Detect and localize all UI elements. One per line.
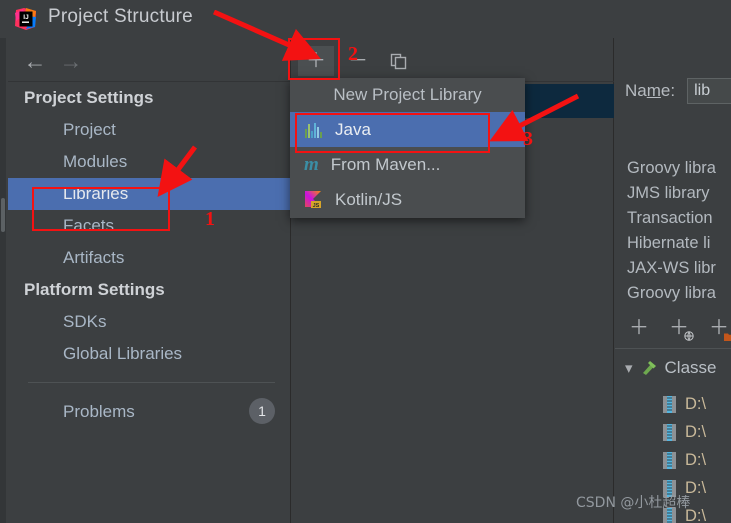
menu-title: New Project Library — [333, 85, 482, 104]
add-folder-root-button[interactable] — [707, 316, 731, 341]
project-structure-dialog: IJ Project Structure ← → Project Setting… — [0, 0, 731, 523]
library-bars-icon — [304, 121, 323, 138]
menu-item-label: Kotlin/JS — [335, 189, 403, 209]
sidebar-item-facets[interactable]: Facets — [8, 210, 291, 242]
list-item[interactable]: Hibernate li — [627, 231, 716, 256]
svg-text:IJ: IJ — [23, 14, 29, 21]
jar-icon — [663, 451, 676, 469]
jar-entry[interactable]: D:\ — [663, 446, 706, 474]
jar-entry[interactable]: D:\ — [663, 418, 706, 446]
sidebar-item-project[interactable]: Project — [8, 114, 291, 146]
name-input[interactable]: lib — [687, 78, 731, 104]
left-scrollbar-thumb[interactable] — [1, 198, 5, 232]
intellij-idea-icon: IJ — [15, 8, 36, 30]
jar-path-label: D:\ — [685, 450, 707, 469]
menu-item-label: Java — [335, 119, 371, 139]
list-item[interactable]: Transaction — [627, 206, 716, 231]
sidebar-item-sdks[interactable]: SDKs — [8, 306, 291, 338]
classes-label: Classe — [664, 358, 717, 377]
arrow-left-icon[interactable]: ← — [22, 49, 48, 73]
remove-library-button[interactable] — [340, 46, 376, 76]
jar-entry[interactable]: D:\ — [663, 390, 706, 418]
annotation-number-3: 3 — [523, 128, 533, 150]
left-scrollbar[interactable] — [0, 38, 6, 523]
annotation-number-2: 2 — [348, 43, 358, 65]
copy-library-button[interactable] — [380, 46, 416, 76]
sidebar-group-platform-settings: Platform Settings — [24, 280, 165, 299]
sidebar-divider — [28, 382, 275, 383]
globe-icon — [684, 331, 694, 341]
details-divider — [615, 348, 731, 349]
menu-item-label: From Maven... — [330, 154, 441, 174]
sidebar-item-problems[interactable]: Problems 1 — [8, 395, 291, 429]
watermark: CSDN @小杜超棒 — [576, 495, 691, 511]
new-project-library-menu: New Project Library Java m From Maven... — [290, 78, 525, 218]
list-item[interactable]: JAX-WS libr — [627, 256, 716, 281]
jar-icon — [663, 423, 676, 441]
name-label: Name: — [625, 81, 676, 100]
plus-icon — [629, 318, 649, 339]
sidebar-item-modules[interactable]: Modules — [8, 146, 291, 178]
title-bar: IJ Project Structure — [0, 0, 731, 38]
menu-item-java[interactable]: Java — [290, 112, 525, 147]
menu-item-kotlin-js[interactable]: JS Kotlin/JS — [290, 182, 525, 217]
sidebar-item-global-libraries[interactable]: Global Libraries — [8, 338, 291, 370]
classes-hammer-icon — [642, 361, 656, 375]
sidebar-item-artifacts[interactable]: Artifacts — [8, 242, 291, 274]
libraries-toolbar — [292, 40, 614, 82]
add-maven-root-button[interactable] — [667, 316, 694, 341]
jar-path-label: D:\ — [685, 422, 707, 441]
folder-icon — [724, 333, 731, 341]
kotlin-js-icon: JS — [304, 190, 323, 209]
arrow-right-icon[interactable]: → — [58, 49, 84, 73]
window-title: Project Structure — [48, 6, 193, 27]
list-item[interactable]: Groovy libra — [627, 156, 716, 181]
plus-icon — [306, 51, 326, 72]
maven-icon: m — [304, 153, 319, 175]
svg-text:JS: JS — [313, 203, 320, 209]
copy-icon — [390, 53, 406, 69]
library-type-suggestion-list: Groovy libra JMS library Transaction Hib… — [627, 156, 716, 306]
library-roots-toolbar — [627, 316, 731, 341]
list-item[interactable]: JMS library — [627, 181, 716, 206]
sidebar-item-libraries[interactable]: Libraries — [8, 178, 291, 210]
chevron-down-icon[interactable]: ▾ — [625, 359, 633, 377]
navigation-bar: ← → — [8, 40, 291, 82]
library-details-panel: Name: lib Groovy libra JMS library Trans… — [615, 38, 731, 523]
status-badge: 1 — [249, 398, 275, 424]
add-root-button[interactable] — [627, 316, 651, 340]
sidebar-group-project-settings: Project Settings — [24, 88, 154, 107]
add-library-button[interactable] — [298, 46, 334, 76]
name-field-row: Name: lib — [625, 78, 731, 104]
menu-item-from-maven[interactable]: m From Maven... — [290, 147, 525, 182]
jar-icon — [663, 395, 676, 413]
settings-tree: Project Settings Project Modules Librari… — [8, 82, 291, 429]
sidebar-item-label: Problems — [63, 402, 135, 421]
classes-tree-node[interactable]: ▾ Classe — [625, 358, 717, 378]
annotation-number-1: 1 — [205, 208, 215, 230]
list-item[interactable]: Groovy libra — [627, 281, 716, 306]
jar-path-label: D:\ — [685, 394, 707, 413]
